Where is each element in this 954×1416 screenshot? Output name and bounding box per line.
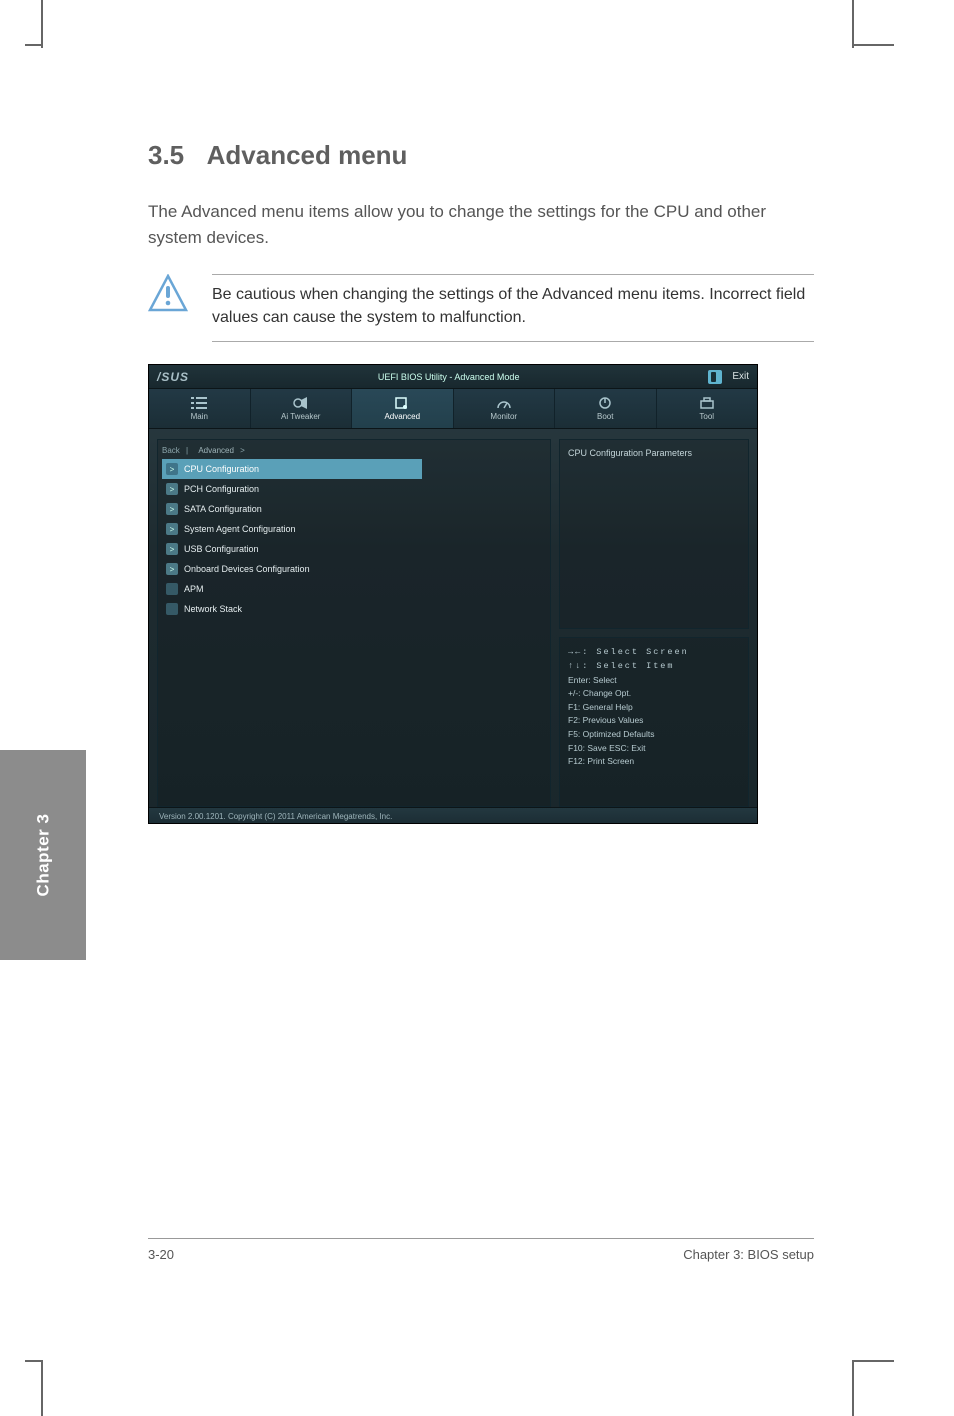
bios-right-panel: CPU Configuration Parameters →←: Select … bbox=[559, 439, 749, 807]
menu-item-onboard-devices[interactable]: > Onboard Devices Configuration bbox=[162, 559, 546, 579]
bios-body: Back | Advanced > >CPU Configuration >PC… bbox=[149, 429, 757, 807]
menu-item-system-agent-config[interactable]: > System Agent Configuration bbox=[162, 519, 546, 539]
menu-label: APM bbox=[184, 584, 204, 594]
hint-line: F10: Save ESC: Exit bbox=[568, 742, 740, 756]
tab-ai-tweaker[interactable]: Ai Tweaker bbox=[251, 389, 353, 428]
menu-label: CPU Configuration bbox=[184, 464, 259, 474]
tab-label: Boot bbox=[597, 412, 613, 421]
tab-label: Main bbox=[191, 412, 208, 421]
bios-footer: Version 2.00.1201. Copyright (C) 2011 Am… bbox=[149, 807, 757, 824]
menu-label: Network Stack bbox=[184, 604, 242, 614]
bios-left-panel: Back | Advanced > >CPU Configuration >PC… bbox=[157, 439, 551, 807]
chapter-label: Chapter 3 bbox=[33, 814, 53, 897]
gauge-icon bbox=[496, 396, 512, 410]
caution-text: Be cautious when changing the settings o… bbox=[212, 274, 814, 342]
tab-label: Monitor bbox=[490, 412, 517, 421]
hint-line: Enter: Select bbox=[568, 674, 740, 688]
page-number: 3-20 bbox=[148, 1247, 174, 1262]
chevron-right-icon: > bbox=[166, 503, 178, 515]
menu-item-pch-config[interactable]: > PCH Configuration bbox=[162, 479, 546, 499]
bios-hints-box: →←: Select Screen ↑↓: Select Item Enter:… bbox=[559, 637, 749, 807]
chevron-right-icon: > bbox=[166, 483, 178, 495]
hint-line: +/-: Change Opt. bbox=[568, 687, 740, 701]
chip-icon bbox=[394, 396, 410, 410]
page-footer: 3-20 Chapter 3: BIOS setup bbox=[148, 1238, 814, 1262]
chevron-right-icon: > bbox=[166, 543, 178, 555]
hint-line: F1: General Help bbox=[568, 701, 740, 715]
menu-label: SATA Configuration bbox=[184, 504, 262, 514]
footer-title: Chapter 3: BIOS setup bbox=[683, 1247, 814, 1262]
bios-footer-left: Version 2.00.1201. Copyright (C) 2011 Am… bbox=[159, 812, 392, 821]
bios-tabs: Main Ai Tweaker Advanced Monitor Boot To… bbox=[149, 389, 757, 429]
menu-item-network-stack[interactable]: Network Stack bbox=[162, 599, 546, 619]
bios-help-box: CPU Configuration Parameters bbox=[559, 439, 749, 629]
caution-icon bbox=[148, 274, 188, 314]
bios-top-bar: /SUS UEFI BIOS Utility - Advanced Mode E… bbox=[149, 365, 757, 389]
menu-item-cpu-config[interactable]: > CPU Configuration bbox=[162, 459, 422, 479]
chevron-right-icon: > bbox=[166, 563, 178, 575]
section-number: 3.5 bbox=[148, 140, 184, 171]
menu-item-sata-config[interactable]: > SATA Configuration bbox=[162, 499, 546, 519]
chevron-right-icon: > bbox=[166, 463, 178, 475]
section-description: The Advanced menu items allow you to cha… bbox=[148, 199, 814, 250]
toolbox-icon bbox=[699, 396, 715, 410]
chapter-side-tab: Chapter 3 bbox=[0, 750, 86, 960]
caution-note: Be cautious when changing the settings o… bbox=[148, 274, 814, 342]
asus-logo: /SUS bbox=[157, 370, 189, 384]
hint-line: F2: Previous Values bbox=[568, 714, 740, 728]
hint-line: ↑↓: Select Item bbox=[568, 660, 740, 674]
section-heading: 3.5 Advanced menu bbox=[148, 140, 814, 189]
menu-label: Onboard Devices Configuration bbox=[184, 564, 310, 574]
slider-icon bbox=[293, 396, 309, 410]
tab-label: Ai Tweaker bbox=[281, 412, 320, 421]
bios-mode-title: UEFI BIOS Utility - Advanced Mode bbox=[378, 372, 520, 382]
tab-main[interactable]: Main bbox=[149, 389, 251, 428]
hint-line: F5: Optimized Defaults bbox=[568, 728, 740, 742]
page-content: 3.5 Advanced menu The Advanced menu item… bbox=[0, 0, 954, 824]
hint-line: F12: Print Screen bbox=[568, 755, 740, 769]
square-icon bbox=[166, 583, 178, 595]
menu-item-usb-config[interactable]: > USB Configuration bbox=[162, 539, 546, 559]
hint-line: →←: Select Screen bbox=[568, 646, 740, 660]
menu-label: USB Configuration bbox=[184, 544, 259, 554]
bios-screenshot: /SUS UEFI BIOS Utility - Advanced Mode E… bbox=[148, 364, 758, 824]
power-icon bbox=[597, 396, 613, 410]
tab-tool[interactable]: Tool bbox=[657, 389, 758, 428]
back-label[interactable]: Back bbox=[162, 446, 180, 455]
exit-icon[interactable] bbox=[708, 370, 722, 384]
square-icon bbox=[166, 603, 178, 615]
tab-label: Advanced bbox=[384, 412, 420, 421]
tab-advanced[interactable]: Advanced bbox=[352, 389, 454, 428]
left-panel-header: Advanced bbox=[198, 446, 234, 455]
section-title: Advanced menu bbox=[207, 140, 408, 170]
tab-boot[interactable]: Boot bbox=[555, 389, 657, 428]
help-text: CPU Configuration Parameters bbox=[568, 448, 740, 458]
list-icon bbox=[191, 396, 207, 410]
exit-label[interactable]: Exit bbox=[732, 371, 749, 382]
tab-label: Tool bbox=[699, 412, 714, 421]
menu-item-apm[interactable]: APM bbox=[162, 579, 546, 599]
tab-monitor[interactable]: Monitor bbox=[454, 389, 556, 428]
menu-label: System Agent Configuration bbox=[184, 524, 296, 534]
menu-label: PCH Configuration bbox=[184, 484, 259, 494]
chevron-right-icon: > bbox=[166, 523, 178, 535]
